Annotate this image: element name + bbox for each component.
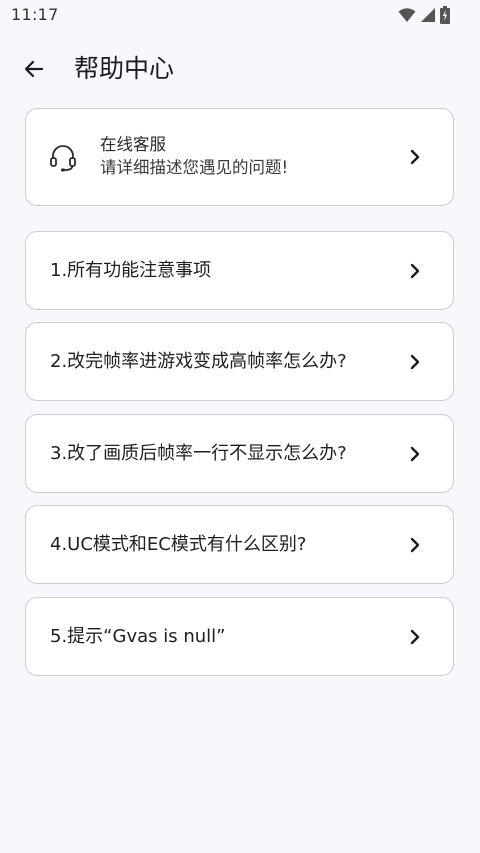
- status-bar: 11:17: [0, 0, 480, 32]
- service-subtitle: 请详细描述您遇见的问题!: [100, 158, 289, 177]
- chevron-right-icon: [410, 354, 420, 370]
- chevron-right-icon: [410, 149, 420, 165]
- page-title: 帮助中心: [74, 54, 175, 83]
- chevron-right-icon: [410, 446, 420, 462]
- chevron-right-icon: [410, 629, 420, 645]
- back-button[interactable]: [18, 54, 50, 84]
- chevron-right-icon: [410, 537, 420, 553]
- faq-label: 4.UC模式和EC模式有什么区别?: [50, 534, 307, 555]
- faq-label: 3.改了画质后帧率一行不显示怎么办?: [50, 443, 347, 464]
- faq-item-2[interactable]: 2.改完帧率进游戏变成高帧率怎么办?: [25, 322, 454, 401]
- headset-icon: [50, 145, 76, 172]
- faq-item-4[interactable]: 4.UC模式和EC模式有什么区别?: [25, 505, 454, 584]
- status-time: 11:17: [11, 5, 59, 24]
- status-icons: [398, 6, 450, 24]
- service-title: 在线客服: [100, 135, 166, 154]
- faq-item-3[interactable]: 3.改了画质后帧率一行不显示怎么办?: [25, 414, 454, 493]
- battery-charging-icon: [440, 6, 450, 24]
- signal-icon: [420, 7, 436, 23]
- faq-label: 5.提示“Gvas is null”: [50, 626, 226, 647]
- faq-label: 1.所有功能注意事项: [50, 260, 212, 281]
- chevron-right-icon: [410, 263, 420, 279]
- arrow-left-icon: [24, 60, 44, 78]
- faq-label: 2.改完帧率进游戏变成高帧率怎么办?: [50, 351, 347, 372]
- app-bar: 帮助中心: [0, 44, 480, 94]
- faq-item-1[interactable]: 1.所有功能注意事项: [25, 231, 454, 310]
- wifi-icon: [398, 7, 416, 23]
- faq-item-5[interactable]: 5.提示“Gvas is null”: [25, 597, 454, 676]
- online-service-card[interactable]: 在线客服 请详细描述您遇见的问题!: [25, 108, 454, 206]
